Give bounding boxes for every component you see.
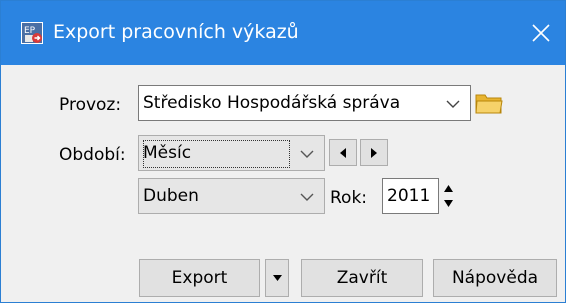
zavrit-button[interactable]: Zavřít (301, 259, 423, 297)
napoveda-button-label: Nápověda (451, 268, 539, 288)
chevron-down-icon (300, 193, 314, 201)
window-title: Export pracovních výkazů (53, 21, 299, 43)
rok-label: Rok: (330, 188, 368, 208)
napoveda-button[interactable]: Nápověda (433, 259, 557, 297)
next-period-button[interactable] (360, 139, 388, 166)
triangle-right-icon (371, 147, 377, 158)
rok-value: 2011 (387, 186, 431, 206)
title-bar[interactable]: EP Export pracovních výkazů (1, 1, 565, 65)
browse-folder-button[interactable] (474, 89, 504, 117)
spin-up-down-icon (444, 185, 453, 207)
obdobi-label: Období: (59, 145, 126, 165)
export-button-label: Export (171, 268, 228, 288)
export-dialog-window: EP Export pracovních výkazů Provoz: Stře… (0, 0, 566, 303)
close-icon (532, 24, 550, 42)
chevron-down-icon (300, 150, 314, 158)
month-value: Duben (143, 186, 199, 206)
obdobi-select[interactable]: Měsíc (138, 135, 325, 171)
folder-icon (475, 94, 503, 114)
zavrit-button-label: Zavřít (336, 268, 388, 288)
rok-input[interactable]: 2011 (382, 178, 439, 214)
export-timesheet-app-icon: EP (21, 22, 43, 44)
export-button[interactable]: Export (139, 259, 260, 297)
export-options-button[interactable] (265, 259, 289, 297)
close-button[interactable] (521, 14, 561, 52)
rok-spinner[interactable] (443, 179, 454, 213)
obdobi-value: Měsíc (143, 143, 192, 163)
provoz-label: Provoz: (59, 95, 122, 115)
provoz-select[interactable]: Středisko Hospodářská správa (138, 85, 471, 121)
provoz-value: Středisko Hospodářská správa (143, 93, 401, 113)
caret-down-icon (272, 275, 282, 281)
chevron-down-icon (446, 100, 460, 108)
previous-period-button[interactable] (329, 139, 357, 166)
triangle-left-icon (340, 147, 346, 158)
month-select[interactable]: Duben (138, 178, 325, 214)
